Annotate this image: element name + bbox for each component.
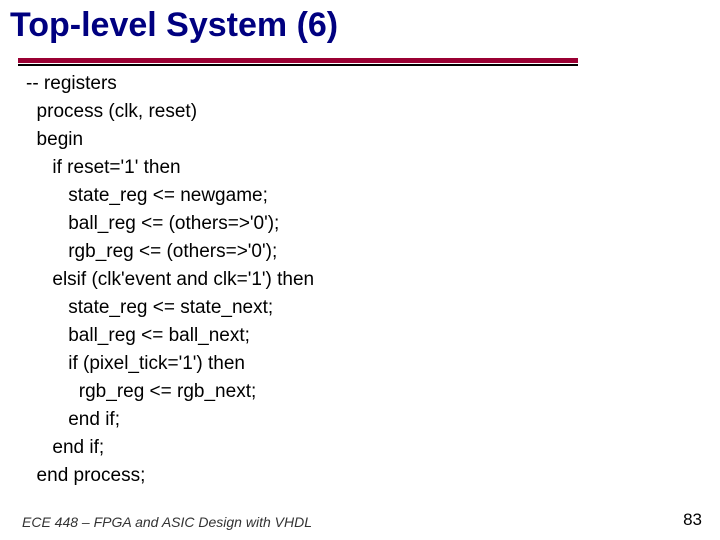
rule-red bbox=[18, 58, 578, 63]
code-block: -- registers process (clk, reset) begin … bbox=[26, 70, 314, 490]
footer-course: ECE 448 – FPGA and ASIC Design with VHDL bbox=[22, 514, 312, 530]
slide-title: Top-level System (6) bbox=[10, 6, 338, 45]
title-underline bbox=[18, 58, 578, 66]
slide: Top-level System (6) -- registers proces… bbox=[0, 0, 720, 540]
page-number: 83 bbox=[683, 510, 702, 530]
rule-thin bbox=[18, 64, 578, 66]
